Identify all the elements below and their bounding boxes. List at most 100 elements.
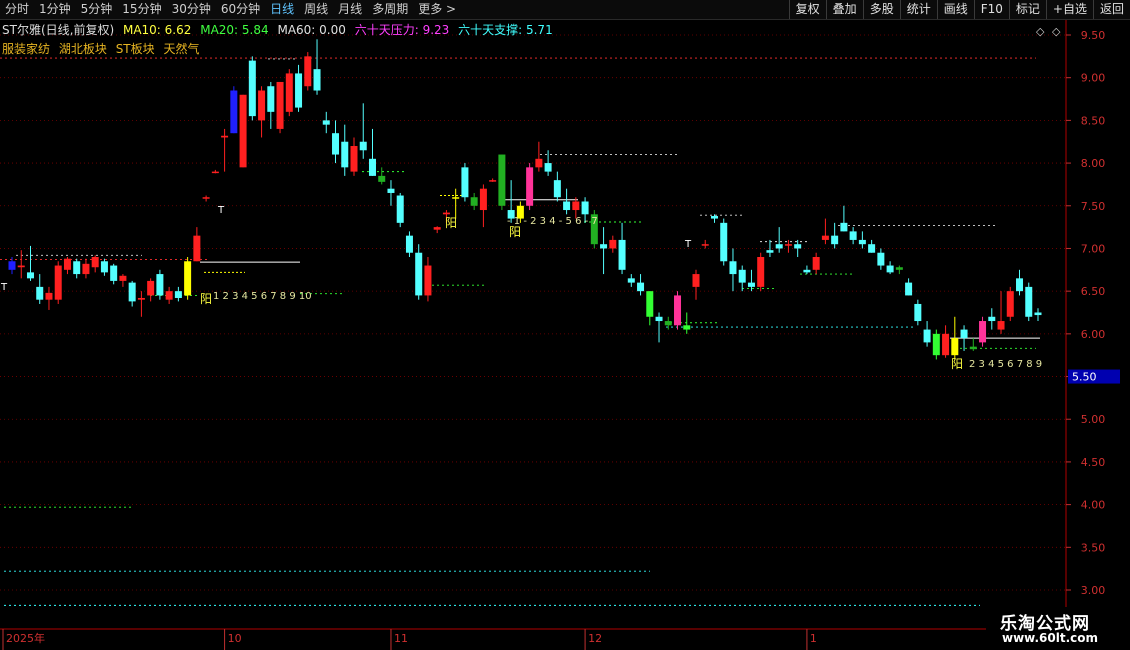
candle-109 xyxy=(1016,269,1024,296)
candle-41 xyxy=(387,180,395,206)
toolbar-button-2[interactable]: 多股 xyxy=(862,0,900,19)
price-tick-label: 8.50 xyxy=(1081,114,1106,127)
candle-body xyxy=(868,244,876,253)
candle-body xyxy=(674,295,682,326)
period-tab-6[interactable]: 日线 xyxy=(265,0,299,19)
candle-body xyxy=(895,267,903,270)
function-toolbar: 复权 叠加 多股 统计 画线 F10 标记 +自选 返回 xyxy=(788,0,1130,19)
candle-body xyxy=(461,167,469,198)
price-tick-label: 3.50 xyxy=(1081,541,1106,554)
candle-25 xyxy=(239,94,247,168)
candle-108 xyxy=(1006,286,1014,322)
candle-57 xyxy=(535,141,543,172)
candle-90 xyxy=(840,205,848,232)
toolbar-button-6[interactable]: 标记 xyxy=(1008,0,1046,19)
sector-tag[interactable]: 湖北板块 xyxy=(59,42,107,56)
candle-body xyxy=(489,180,497,182)
period-tab-5[interactable]: 60分钟 xyxy=(216,0,265,19)
candle-body xyxy=(147,280,155,296)
candle-body xyxy=(1034,312,1042,316)
candle-93 xyxy=(868,239,876,253)
period-tab-10[interactable]: 更多 > xyxy=(413,0,461,19)
sector-tag[interactable]: 服装家纺 xyxy=(2,42,50,56)
candle-body xyxy=(646,291,654,317)
period-tab-2[interactable]: 5分钟 xyxy=(76,0,118,19)
candle-body xyxy=(424,265,432,296)
candle-body xyxy=(137,297,145,300)
candle-body xyxy=(738,269,746,283)
candle-80 xyxy=(747,269,755,292)
toolbar-button-1[interactable]: 叠加 xyxy=(825,0,863,19)
candle-43 xyxy=(405,231,413,257)
period-tab-3[interactable]: 15分钟 xyxy=(117,0,166,19)
toolbar-button-5[interactable]: F10 xyxy=(973,0,1009,19)
candle-body xyxy=(36,286,44,300)
candle-46 xyxy=(433,226,441,234)
date-tick-label: 1 xyxy=(810,632,817,645)
period-tab-4[interactable]: 30分钟 xyxy=(167,0,216,19)
candle-body xyxy=(812,257,820,270)
candlestick-chart[interactable]: 9.50 9.00 8.50 8.00 7.50 7.00 6.50 6.00 5.50 5.00… xyxy=(0,0,1130,650)
diamond-icon: ◇ xyxy=(1036,25,1045,38)
candle-101 xyxy=(942,325,950,358)
candle-body xyxy=(923,329,931,343)
candle-body xyxy=(544,163,552,172)
toolbar-button-4[interactable]: 画线 xyxy=(936,0,974,19)
candle-44 xyxy=(415,244,423,300)
candle-91 xyxy=(849,227,857,245)
candle-60 xyxy=(563,188,571,215)
candle-21 xyxy=(202,195,210,202)
period-tab-1[interactable]: 1分钟 xyxy=(34,0,76,19)
candle-81 xyxy=(757,252,765,292)
candle-106 xyxy=(988,308,996,330)
period-tab-8[interactable]: 月线 xyxy=(333,0,367,19)
price-tick-label: 5.00 xyxy=(1081,413,1106,426)
candle-body xyxy=(932,333,940,356)
ma60-label: MA60: 0.00 xyxy=(277,23,346,37)
t-marker-1: T xyxy=(0,282,8,293)
candle-88 xyxy=(821,218,829,245)
candle-24 xyxy=(230,86,238,134)
toolbar-button-0[interactable]: 复权 xyxy=(788,0,826,19)
candle-body xyxy=(831,235,839,245)
candle-42 xyxy=(396,192,404,228)
yang-marker-1: 阳 xyxy=(200,292,212,306)
date-tick-label: 2025年 xyxy=(6,631,45,645)
candle-body xyxy=(997,321,1005,330)
candle-body xyxy=(128,282,136,302)
candle-body xyxy=(100,261,108,273)
candle-body xyxy=(184,261,192,296)
candle-104 xyxy=(969,338,977,351)
toolbar-button-3[interactable]: 统计 xyxy=(899,0,937,19)
candle-body xyxy=(979,321,987,343)
t-marker-2: T xyxy=(217,205,225,216)
candle-body xyxy=(600,244,608,249)
price-tick-label: 4.50 xyxy=(1081,456,1106,469)
candle-body xyxy=(165,291,173,300)
candle-97 xyxy=(905,278,913,296)
candle-body xyxy=(821,235,829,240)
candle-body xyxy=(91,257,99,268)
candle-13 xyxy=(128,280,136,307)
sector-tag[interactable]: 天然气 xyxy=(163,42,199,56)
period-tab-9[interactable]: 多周期 xyxy=(367,0,413,19)
candle-65 xyxy=(609,235,617,253)
candle-body xyxy=(285,73,293,112)
right-side-panel-edge[interactable] xyxy=(1120,20,1130,640)
toolbar-button-8[interactable]: 返回 xyxy=(1092,0,1130,19)
candle-body xyxy=(1006,291,1014,317)
candle-body xyxy=(54,265,62,300)
pressure-label: 六十天压力: 9.23 xyxy=(354,23,450,37)
period-tab-0[interactable]: 分时 xyxy=(0,0,34,19)
candle-body xyxy=(840,222,848,232)
period-tab-7[interactable]: 周线 xyxy=(299,0,333,19)
candle-73 xyxy=(683,312,691,334)
sector-tag[interactable]: ST板块 xyxy=(116,42,155,56)
candle-14 xyxy=(137,291,145,317)
candle-28 xyxy=(267,81,275,129)
count-sequence-3: 2 3 4 5 6 7 8 9 xyxy=(969,359,1042,370)
candle-body xyxy=(858,239,866,245)
toolbar-button-7[interactable]: +自选 xyxy=(1045,0,1093,19)
candle-72 xyxy=(674,291,682,330)
candle-20 xyxy=(193,227,201,262)
